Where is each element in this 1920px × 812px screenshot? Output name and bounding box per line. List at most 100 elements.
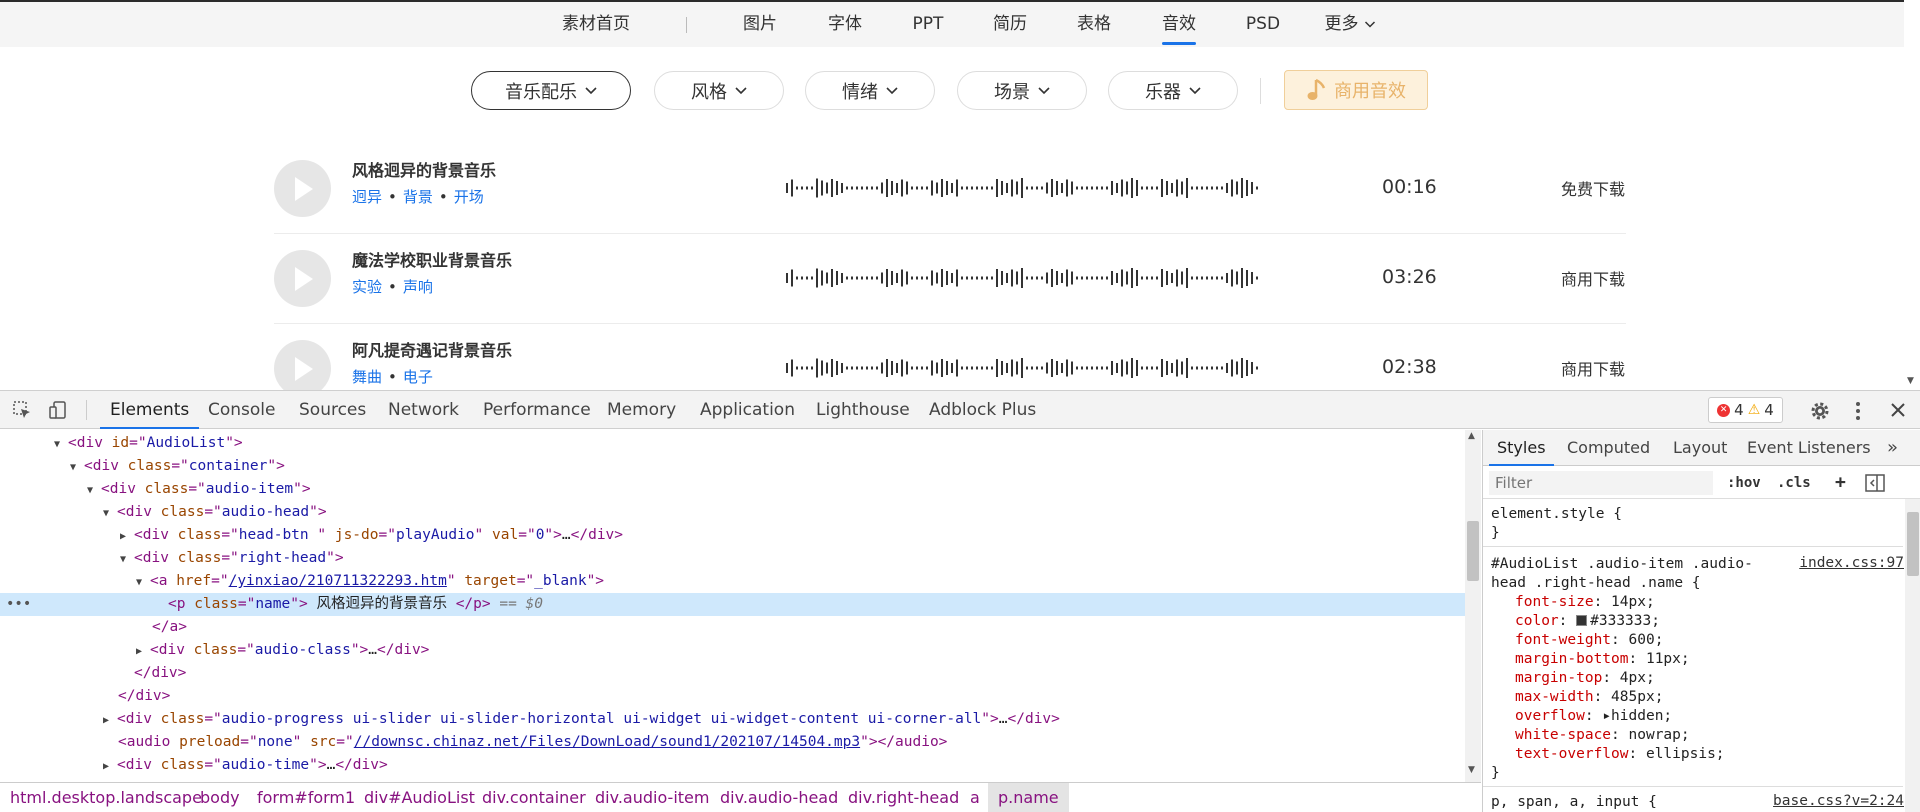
filter-music-button[interactable]: 音乐配乐 — [471, 71, 631, 110]
download-button[interactable]: 商用下载 — [1561, 266, 1625, 290]
href-link[interactable]: /yinxiao/210711322293.htm — [229, 573, 447, 589]
tab-layout[interactable]: Layout — [1673, 430, 1727, 466]
tab-memory[interactable]: Memory — [607, 391, 676, 429]
tab-performance[interactable]: Performance — [483, 391, 591, 429]
device-toolbar-icon[interactable] — [48, 400, 68, 420]
css-declaration[interactable]: max-width: 485px; — [1491, 688, 1911, 707]
node-actions-icon[interactable]: ••• — [6, 593, 31, 616]
css-source-link[interactable]: index.css:97 — [1799, 555, 1904, 571]
filter-mood-button[interactable]: 情绪 — [805, 71, 935, 110]
nav-item-sound-effects[interactable]: 音效 — [1162, 2, 1196, 47]
tag-link[interactable]: 迥异 — [352, 188, 382, 206]
filter-style-button[interactable]: 风格 — [654, 71, 784, 110]
toggle-sidebar-icon[interactable] — [1865, 474, 1885, 492]
close-icon[interactable] — [1888, 400, 1908, 420]
tag-link[interactable]: 舞曲 — [352, 368, 382, 386]
dom-node[interactable]: </div> — [0, 685, 1465, 708]
nav-item-more[interactable]: 更多 — [1325, 2, 1376, 47]
nav-item-resume[interactable]: 简历 — [993, 2, 1027, 47]
nav-home-link[interactable]: 素材首页 — [562, 2, 630, 47]
css-declaration[interactable]: font-size: 14px; — [1491, 593, 1911, 612]
page-scrollbar[interactable] — [1904, 0, 1920, 390]
tab-network[interactable]: Network — [388, 391, 459, 429]
breadcrumb-item[interactable]: div.right-head — [848, 783, 959, 812]
tab-console[interactable]: Console — [208, 391, 276, 429]
css-declaration[interactable]: margin-top: 4px; — [1491, 669, 1911, 688]
dom-node[interactable]: ▶ <div class="audio-time">…</div> — [0, 754, 1465, 777]
tab-computed[interactable]: Computed — [1567, 430, 1650, 466]
breadcrumb-item[interactable]: div.audio-item — [595, 783, 709, 812]
filter-scene-button[interactable]: 场景 — [957, 71, 1087, 110]
tab-adblock-plus[interactable]: Adblock Plus — [929, 391, 1036, 429]
waveform-progress-slider[interactable] — [786, 356, 1258, 380]
styles-filter-input[interactable] — [1489, 471, 1713, 495]
dom-node-selected[interactable]: ••• <p class="name"> 风格迥异的背景音乐 </p> == $0 — [0, 593, 1465, 616]
nav-item-fonts[interactable]: 字体 — [828, 2, 862, 47]
hover-state-toggle[interactable]: :hov — [1727, 467, 1761, 499]
breadcrumb-item[interactable]: form#form1 — [257, 783, 355, 812]
breadcrumb-item[interactable]: div.audio-head — [720, 783, 838, 812]
tab-styles[interactable]: Styles — [1489, 430, 1553, 466]
breadcrumb-item[interactable]: html.desktop.landscape — [10, 783, 202, 812]
track-name-link[interactable]: 风格迥异的背景音乐 — [352, 157, 496, 181]
scroll-down-arrow-icon[interactable]: ▼ — [1907, 376, 1914, 386]
gear-icon[interactable] — [1809, 400, 1831, 422]
dom-node[interactable]: <audio preload="none" src="//downsc.chin… — [0, 731, 1465, 754]
nav-item-spreadsheet[interactable]: 表格 — [1077, 2, 1111, 47]
css-declaration[interactable]: font-weight: 600; — [1491, 631, 1911, 650]
css-declaration[interactable]: text-overflow: ellipsis; — [1491, 745, 1911, 764]
tag-link[interactable]: 背景 — [403, 188, 433, 206]
breadcrumb-item-active[interactable]: p.name — [988, 783, 1069, 812]
dom-node[interactable]: ▶ <div class="audio-class">…</div> — [0, 639, 1465, 662]
nav-item-images[interactable]: 图片 — [743, 2, 777, 47]
download-button[interactable]: 免费下载 — [1561, 176, 1625, 200]
track-name-link[interactable]: 魔法学校职业背景音乐 — [352, 247, 512, 271]
css-source-link[interactable]: base.css?v=2:24 — [1773, 793, 1904, 809]
tag-link[interactable]: 声响 — [403, 278, 433, 296]
color-swatch[interactable] — [1576, 615, 1588, 626]
play-button[interactable] — [274, 340, 331, 390]
css-selector[interactable]: element.style { — [1491, 505, 1911, 524]
filter-instrument-button[interactable]: 乐器 — [1108, 71, 1238, 110]
elements-scrollbar[interactable] — [1465, 430, 1481, 782]
css-declaration[interactable]: white-space: nowrap; — [1491, 726, 1911, 745]
dom-node[interactable]: ▶ <div class="audio-progress ui-slider ui… — [0, 708, 1465, 731]
dom-node[interactable]: ▼ <div id="AudioList"> — [0, 432, 1465, 455]
tag-link[interactable]: 实验 — [352, 278, 382, 296]
breadcrumb-item[interactable]: div.container — [482, 783, 586, 812]
inspect-element-icon[interactable] — [12, 400, 32, 420]
styles-scroll-thumb[interactable] — [1907, 512, 1919, 576]
dom-node[interactable]: ▶ <div class="head-btn " js-do="playAudio… — [0, 524, 1465, 547]
src-link[interactable]: //downsc.chinaz.net/Files/DownLoad/sound… — [354, 734, 860, 750]
nav-item-ppt[interactable]: PPT — [913, 2, 944, 47]
breadcrumb-item[interactable]: a — [970, 783, 980, 812]
dom-node[interactable]: ▼ <div class="container"> — [0, 455, 1465, 478]
scroll-up-arrow-icon[interactable]: ▲ — [1468, 431, 1475, 441]
waveform-progress-slider[interactable] — [786, 176, 1258, 200]
dom-node[interactable]: </div> — [0, 662, 1465, 685]
play-button[interactable] — [274, 160, 331, 217]
css-declaration[interactable]: color: #333333; — [1491, 612, 1911, 631]
more-tabs-icon[interactable]: » — [1887, 430, 1898, 466]
dom-node[interactable]: ▼ <div class="audio-item"> — [0, 478, 1465, 501]
tag-link[interactable]: 开场 — [454, 188, 484, 206]
css-selector[interactable]: head .right-head .name { — [1491, 574, 1911, 593]
tab-elements[interactable]: Elements — [99, 391, 200, 429]
tab-event-listeners[interactable]: Event Listeners — [1747, 430, 1871, 466]
track-name-link[interactable]: 阿凡提奇遇记背景音乐 — [352, 337, 512, 361]
nav-item-psd[interactable]: PSD — [1246, 2, 1280, 47]
commercial-sfx-button[interactable]: 商用音效 — [1284, 70, 1428, 110]
tab-lighthouse[interactable]: Lighthouse — [816, 391, 910, 429]
more-options-icon[interactable] — [1850, 400, 1866, 422]
tag-link[interactable]: 电子 — [403, 368, 433, 386]
tab-application[interactable]: Application — [700, 391, 795, 429]
scroll-down-arrow-icon[interactable]: ▼ — [1468, 765, 1475, 775]
new-rule-button[interactable]: + — [1835, 467, 1846, 499]
download-button[interactable]: 商用下载 — [1561, 356, 1625, 380]
breadcrumb-item[interactable]: body — [200, 783, 240, 812]
dom-node[interactable]: ▼ <div class="right-head"> — [0, 547, 1465, 570]
expand-triangle-icon[interactable]: ▸ — [1602, 708, 1611, 724]
css-declaration[interactable]: overflow: ▸hidden; — [1491, 707, 1911, 726]
css-declaration[interactable]: margin-bottom: 11px; — [1491, 650, 1911, 669]
dom-node[interactable]: </a> — [0, 616, 1465, 639]
